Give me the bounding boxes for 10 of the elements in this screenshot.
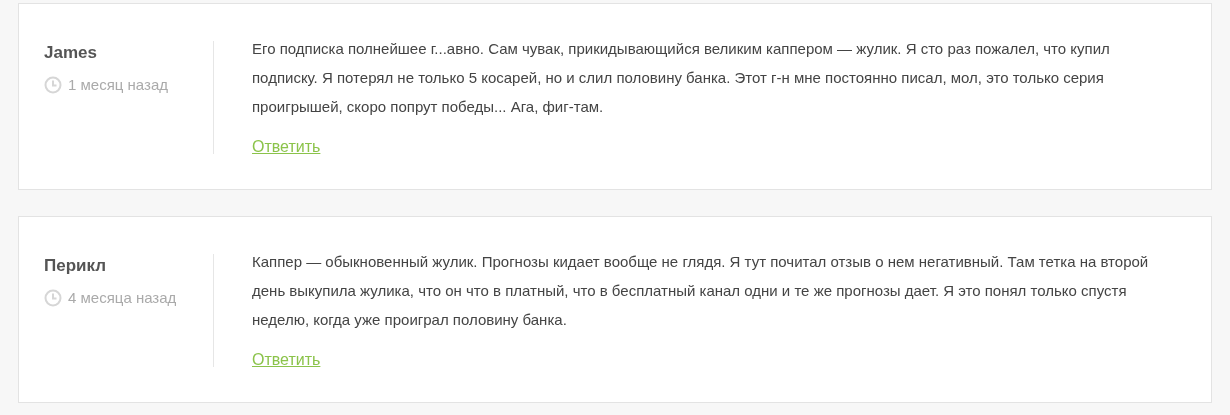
timestamp: 4 месяца назад xyxy=(68,288,177,308)
clock-icon xyxy=(44,76,62,95)
reply-link[interactable]: Ответить xyxy=(252,135,321,159)
reply-link[interactable]: Ответить xyxy=(252,348,321,372)
comment-text: Его подписка полнейшее г...авно. Сам чувак, прикидывающийся великим каппером — жулик. Я сто раз пожалел, что купил подписку. Я потерял не только 5 косарей, но и слил половину банка. Этот г-н мне постоянно писал, мол, это только серия проигрышей, скоро попрут победы... Ага, фиг-там. xyxy=(252,39,1111,117)
clock-icon xyxy=(44,289,62,308)
comment-text: Каппер — обыкновенный жулик. Прогнозы кидает вообще не глядя. Я тут почитал отзыв о нем негативный. Там тетка на второй день выкупила жулика, что он что в платный, что в бесплатный канал одни и те же прогнозы дает. Я это понял только спустя неделю, когда уже проиграл половину банка. xyxy=(252,252,1150,330)
timestamp: 1 месяц назад xyxy=(68,75,168,95)
author-name: Перикл xyxy=(44,255,108,277)
author-name: James xyxy=(44,42,98,64)
